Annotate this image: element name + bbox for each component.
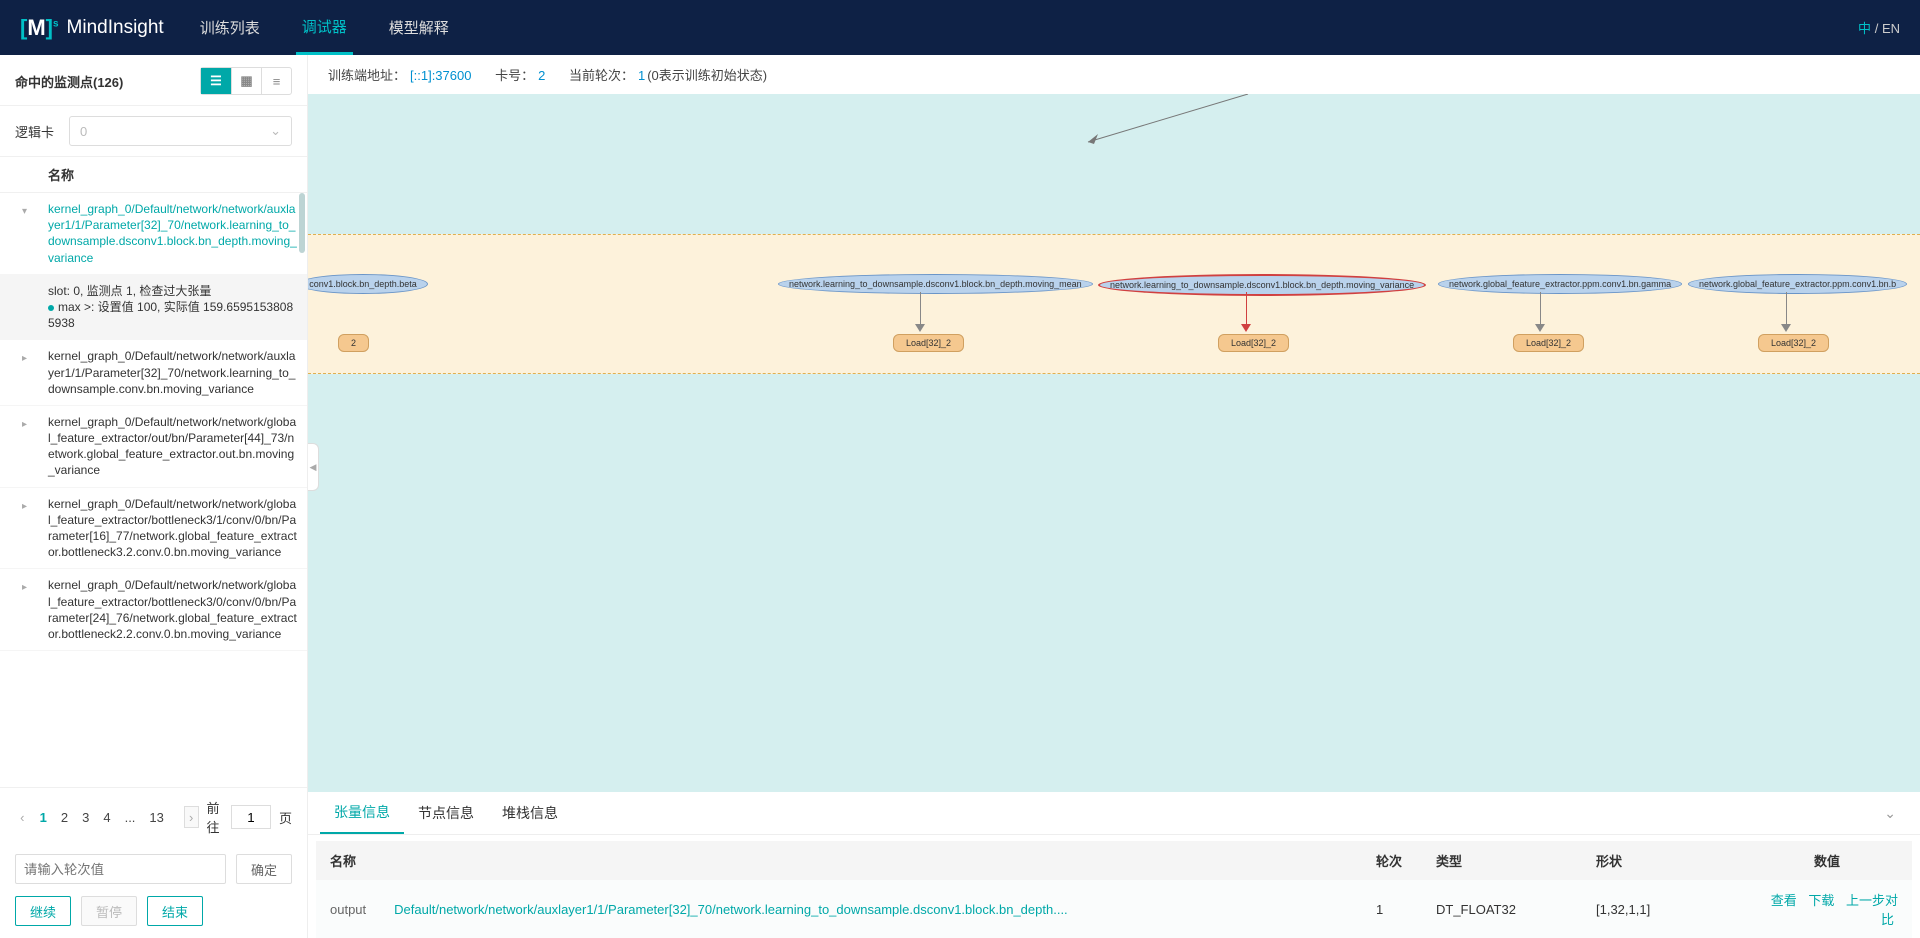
- graph-node[interactable]: network.global_feature_extractor.ppm.con…: [1688, 274, 1907, 294]
- view-link[interactable]: 查看: [1771, 893, 1797, 908]
- page-next-icon[interactable]: ›: [184, 806, 199, 828]
- expand-caret-icon[interactable]: ▸: [22, 581, 27, 595]
- detail-tabs: 张量信息 节点信息 堆栈信息 ⌄: [308, 792, 1920, 835]
- load-node[interactable]: Load[32]_2: [1513, 334, 1584, 352]
- nav-debugger[interactable]: 调试器: [296, 0, 353, 55]
- graph-node-selected[interactable]: network.learning_to_downsample.dsconv1.b…: [1098, 274, 1426, 296]
- load-node[interactable]: Load[32]_2: [1218, 334, 1289, 352]
- view-mode-group: ☰ ▦ ≡: [200, 67, 292, 95]
- download-link[interactable]: 下载: [1808, 893, 1834, 908]
- page-number[interactable]: 4: [101, 808, 112, 827]
- pager: ‹ 1234...13 › 前往 页: [0, 787, 307, 846]
- page-number[interactable]: 2: [59, 808, 70, 827]
- view-mode-list-icon[interactable]: ☰: [201, 68, 231, 94]
- sidebar-collapse-handle[interactable]: ◀: [308, 443, 319, 491]
- graph-node[interactable]: network.global_feature_extractor.ppm.con…: [1438, 274, 1682, 294]
- page-number[interactable]: 1: [38, 808, 49, 827]
- view-mode-grid-icon[interactable]: ▦: [231, 68, 261, 94]
- load-node[interactable]: Load[32]_2: [1758, 334, 1829, 352]
- panel-collapse-icon[interactable]: ⌄: [1872, 805, 1908, 822]
- graph-node[interactable]: conv1.block.bn_depth.beta: [308, 274, 428, 294]
- sidebar-title: 命中的监测点(126): [15, 72, 123, 91]
- brand-text: MindInsight: [67, 17, 164, 39]
- continue-button[interactable]: 继续: [15, 896, 71, 926]
- page-prev-icon[interactable]: ‹: [15, 806, 30, 828]
- lang-toggle[interactable]: 中 / EN: [1858, 18, 1900, 37]
- pause-button[interactable]: 暂停: [81, 896, 137, 926]
- tab-node[interactable]: 节点信息: [404, 793, 488, 833]
- tensor-path-link[interactable]: Default/network/network/auxlayer1/1/Para…: [380, 880, 1362, 938]
- end-button[interactable]: 结束: [147, 896, 203, 926]
- confirm-button[interactable]: 确定: [236, 854, 292, 884]
- watchpoint-list[interactable]: ▾kernel_graph_0/Default/network/network/…: [0, 192, 307, 787]
- graph-band: [308, 234, 1920, 374]
- watchpoint-item[interactable]: ▸kernel_graph_0/Default/network/network/…: [0, 488, 307, 570]
- logo: [M]s MindInsight: [20, 15, 164, 41]
- graph-canvas[interactable]: ◀ conv1.block.bn_depth.beta 2 network.le…: [308, 94, 1920, 792]
- compare-link[interactable]: 上一步对比: [1846, 893, 1898, 927]
- info-bar: 训练端地址：[::1]:37600 卡号：2 当前轮次：1(0表示训练初始状态): [308, 55, 1920, 94]
- status-dot-icon: [48, 305, 54, 311]
- logic-card-select[interactable]: 0 ⌄: [69, 116, 292, 146]
- chevron-down-icon: ⌄: [270, 123, 281, 139]
- load-node-cut[interactable]: 2: [338, 334, 369, 352]
- expand-caret-icon[interactable]: ▸: [22, 500, 27, 514]
- page-goto-input[interactable]: [231, 805, 271, 829]
- expand-caret-icon[interactable]: ▸: [22, 418, 27, 432]
- watchpoint-item[interactable]: ▸kernel_graph_0/Default/network/network/…: [0, 406, 307, 488]
- tensor-table: 名称 轮次 类型 形状 数值 output Default/network/ne…: [316, 841, 1912, 938]
- step-input[interactable]: [15, 854, 226, 884]
- top-nav: 训练列表 调试器 模型解释: [194, 0, 455, 55]
- table-row: output Default/network/network/auxlayer1…: [316, 880, 1912, 938]
- page-number[interactable]: 3: [80, 808, 91, 827]
- sidebar: 命中的监测点(126) ☰ ▦ ≡ 逻辑卡 0 ⌄ 名称 ▾kernel_gra…: [0, 55, 308, 938]
- view-mode-lines-icon[interactable]: ≡: [261, 68, 291, 94]
- content: 训练端地址：[::1]:37600 卡号：2 当前轮次：1(0表示训练初始状态)…: [308, 55, 1920, 938]
- page-number[interactable]: ...: [123, 808, 138, 827]
- page-number[interactable]: 13: [147, 808, 165, 827]
- load-node[interactable]: Load[32]_2: [893, 334, 964, 352]
- tab-tensor[interactable]: 张量信息: [320, 792, 404, 834]
- watchpoint-slot[interactable]: slot: 0, 监测点 1, 检查过大张量max >: 设置值 100, 实际…: [0, 275, 307, 341]
- list-header-name: 名称: [0, 156, 307, 192]
- nav-trainlist[interactable]: 训练列表: [194, 0, 266, 55]
- tab-stack[interactable]: 堆栈信息: [488, 793, 572, 833]
- logic-card-label: 逻辑卡: [15, 122, 54, 141]
- watchpoint-item[interactable]: ▸kernel_graph_0/Default/network/network/…: [0, 340, 307, 406]
- graph-node[interactable]: network.learning_to_downsample.dsconv1.b…: [778, 274, 1093, 294]
- watchpoint-item[interactable]: ▾kernel_graph_0/Default/network/network/…: [0, 193, 307, 275]
- app-header: [M]s MindInsight 训练列表 调试器 模型解释 中 / EN: [0, 0, 1920, 55]
- watchpoint-item[interactable]: ▸kernel_graph_0/Default/network/network/…: [0, 569, 307, 651]
- expand-caret-icon[interactable]: ▾: [22, 205, 27, 219]
- nav-explain[interactable]: 模型解释: [383, 0, 455, 55]
- expand-caret-icon[interactable]: ▸: [22, 352, 27, 366]
